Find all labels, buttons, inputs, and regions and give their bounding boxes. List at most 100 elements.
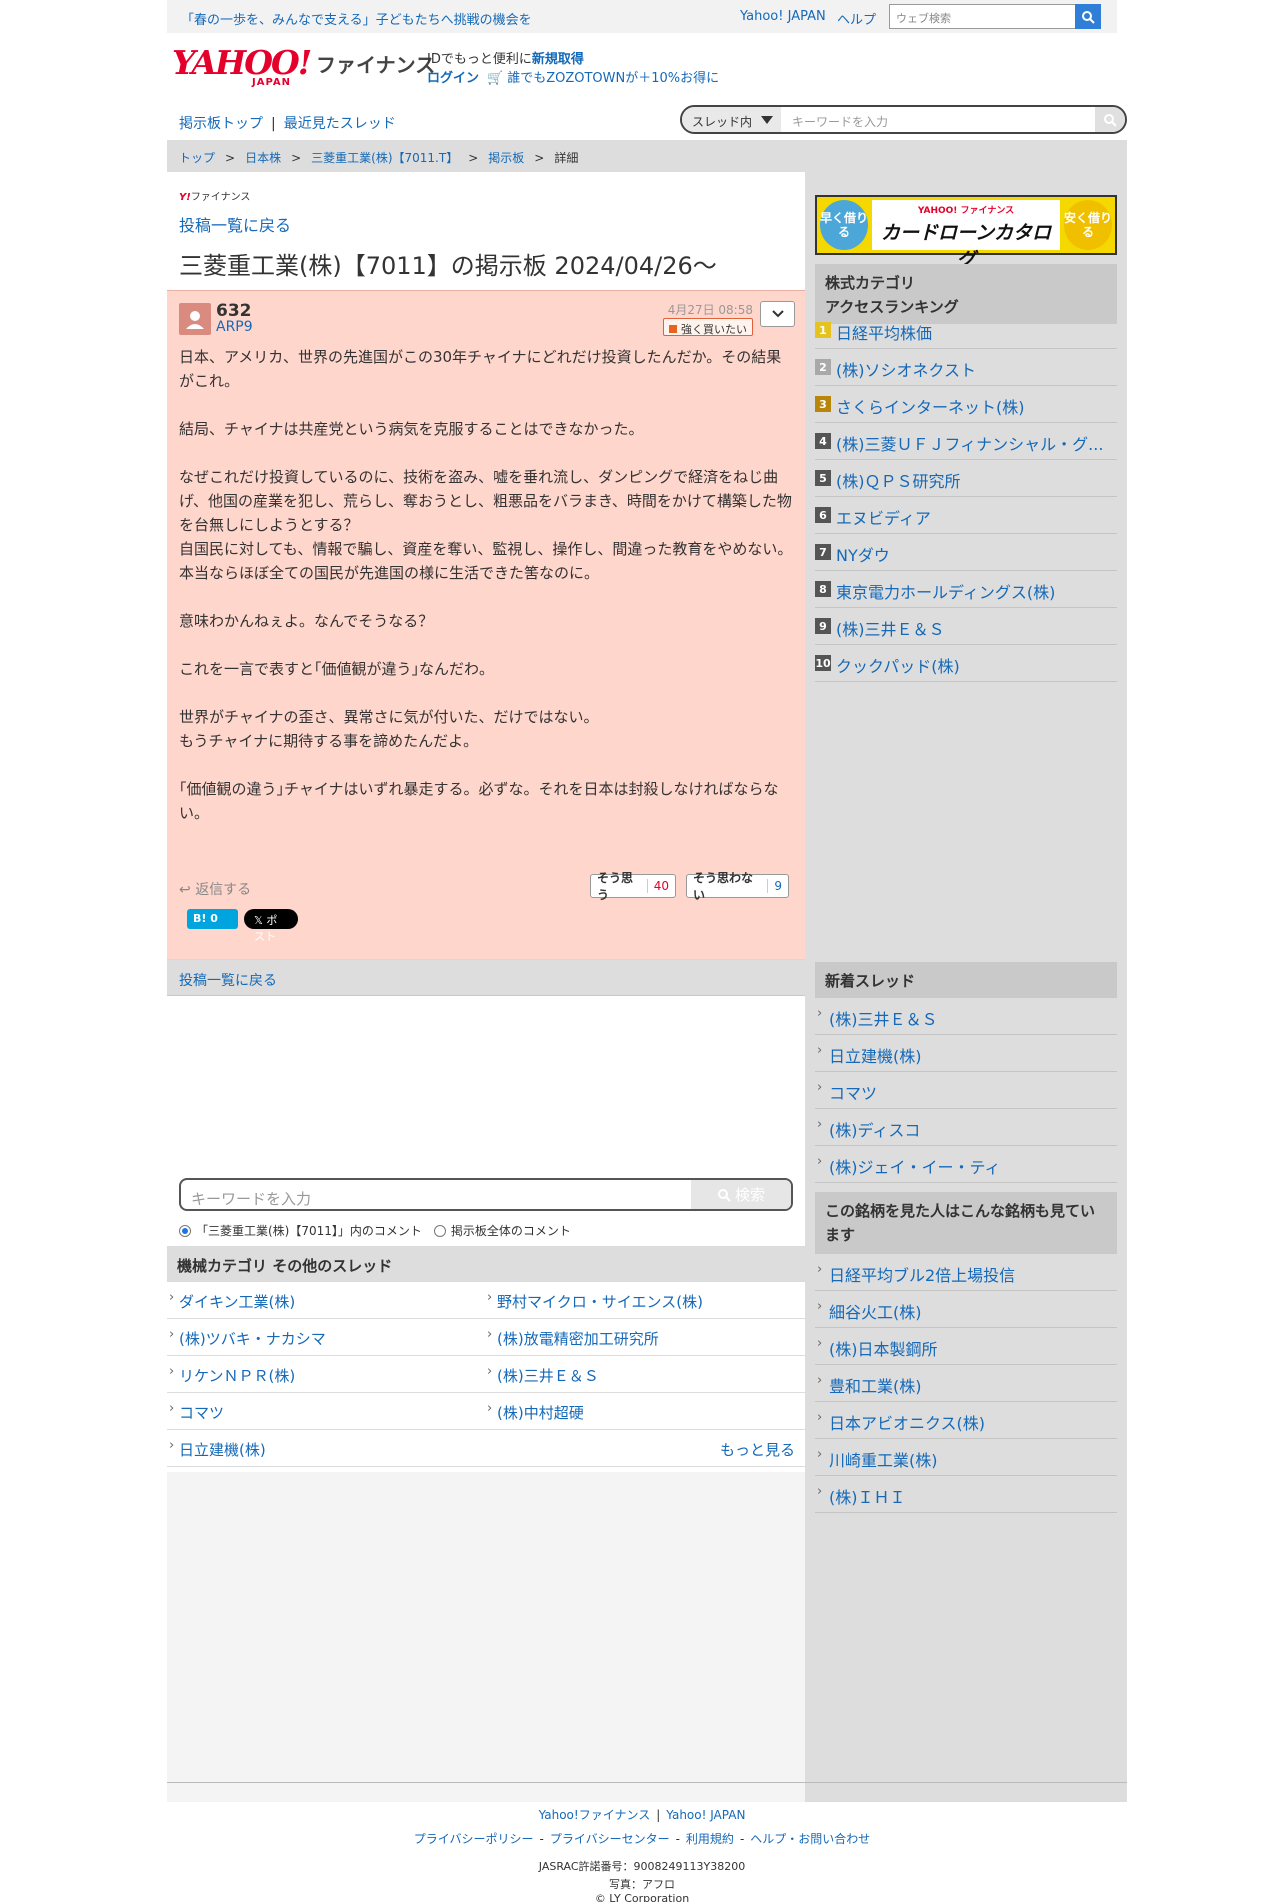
yahoo-logo[interactable]: YAHOO! JAPAN xyxy=(172,46,314,88)
list-item[interactable]: コマツ xyxy=(815,1072,1117,1109)
scope-radio-thread[interactable] xyxy=(179,1224,191,1237)
list-item[interactable]: 川崎重工業(株) xyxy=(815,1439,1117,1476)
privacy-policy-link[interactable]: プライバシーポリシー xyxy=(414,1832,534,1846)
post-paragraph: 本当ならほぼ全ての国民が先進国の様に生活できた筈なのに。 xyxy=(179,564,600,582)
also-seen-link[interactable]: (株)ＩＨＩ xyxy=(829,1484,906,1508)
list-item[interactable]: 日経平均ブル2倍上場投信 xyxy=(815,1254,1117,1291)
recent-threads-link[interactable]: 最近見たスレッド xyxy=(284,116,396,132)
more-threads-link[interactable]: もっと見る xyxy=(720,1439,795,1460)
ranking-item-label[interactable]: (株)三菱ＵＦＪフィナンシャル・グ... xyxy=(836,431,1103,455)
ranking-item-label[interactable]: 日経平均株価 xyxy=(836,320,932,344)
board-search-button[interactable] xyxy=(1095,107,1125,132)
back-to-list-bottom-link[interactable]: 投稿一覧に戻る xyxy=(167,960,805,996)
board-top-link[interactable]: 掲示板トップ xyxy=(179,116,263,132)
new-thread-link[interactable]: (株)三井Ｅ＆Ｓ xyxy=(829,1006,938,1030)
keyword-search-field[interactable]: キーワードを入力 検索 xyxy=(179,1178,793,1211)
agree-button[interactable]: そう思う 40 xyxy=(590,871,676,902)
zozo-link[interactable]: 🛒 誰でもZOZOTOWNが＋10%お得に xyxy=(487,67,719,86)
list-item[interactable]: 日本アビオニクス(株) xyxy=(815,1402,1117,1439)
also-seen-link[interactable]: 日経平均ブル2倍上場投信 xyxy=(829,1262,1015,1286)
ranking-item-label[interactable]: エヌビディア xyxy=(836,505,931,529)
ranking-item[interactable]: 8 東京電力ホールディングス(株) xyxy=(815,571,1117,608)
thread-link[interactable]: (株)ツバキ・ナカシマ xyxy=(167,1327,326,1349)
ranking-item[interactable]: 6 エヌビディア xyxy=(815,497,1117,534)
breadcrumb-stock[interactable]: 三菱重工業(株)【7011.T】 xyxy=(311,151,458,165)
back-to-list-link[interactable]: 投稿一覧に戻る xyxy=(179,212,291,236)
thread-link[interactable]: (株)中村超硬 xyxy=(485,1401,584,1423)
list-item[interactable]: 豊和工業(株) xyxy=(815,1365,1117,1402)
list-item[interactable]: 細谷火工(株) xyxy=(815,1291,1117,1328)
thread-link[interactable]: 日立建機(株) xyxy=(167,1438,266,1460)
login-link[interactable]: ログイン xyxy=(427,67,479,86)
list-item[interactable]: (株)日本製鋼所 xyxy=(815,1328,1117,1365)
x-post-button[interactable]: 𝕏 ポスト xyxy=(244,909,298,943)
list-item[interactable]: (株)ＩＨＩ xyxy=(815,1476,1117,1513)
id-promo: IDでもっと便利に新規取得 xyxy=(427,48,584,67)
ranking-item-label[interactable]: さくらインターネット(株) xyxy=(836,394,1025,418)
search-scope-select[interactable]: スレッド内 xyxy=(682,107,781,132)
thread-link[interactable]: ダイキン工業(株) xyxy=(167,1290,295,1312)
breadcrumb-board[interactable]: 掲示板 xyxy=(488,151,524,165)
scope-radio-all[interactable] xyxy=(433,1224,446,1237)
ranking-item-label[interactable]: (株)ＱＰＳ研究所 xyxy=(836,468,961,492)
ranking-item[interactable]: 10 クックパッド(株) xyxy=(815,645,1117,682)
help-link[interactable]: ヘルプ xyxy=(837,9,876,28)
thread-link[interactable]: 野村マイクロ・サイエンス(株) xyxy=(485,1290,703,1312)
post-user[interactable]: ARP9 xyxy=(216,319,253,335)
ranking-item[interactable]: 4 (株)三菱ＵＦＪフィナンシャル・グ... xyxy=(815,423,1117,460)
ranking-item-label[interactable]: NYダウ xyxy=(836,542,890,566)
ranking-item[interactable]: 3 さくらインターネット(株) xyxy=(815,386,1117,423)
yahoo-japan-link[interactable]: Yahoo! JAPAN xyxy=(740,9,826,24)
ranking-item[interactable]: 7 NYダウ xyxy=(815,534,1117,571)
ranking-item[interactable]: 5 (株)ＱＰＳ研究所 xyxy=(815,460,1117,497)
new-thread-link[interactable]: コマツ xyxy=(829,1080,877,1104)
ranking-item[interactable]: 2 (株)ソシオネクスト xyxy=(815,349,1117,386)
ranking-item[interactable]: 1 日経平均株価 xyxy=(815,312,1117,349)
ranking-item-label[interactable]: (株)三井Ｅ＆Ｓ xyxy=(836,616,945,640)
also-seen-link[interactable]: (株)日本製鋼所 xyxy=(829,1336,938,1360)
hatena-bookmark-button[interactable]: B! 0 xyxy=(187,909,238,929)
ranking-item[interactable]: 9 (株)三井Ｅ＆Ｓ xyxy=(815,608,1117,645)
new-thread-link[interactable]: (株)ディスコ xyxy=(829,1117,920,1141)
also-seen-link[interactable]: 豊和工業(株) xyxy=(829,1373,922,1397)
disagree-button[interactable]: そう思わない 9 xyxy=(686,871,789,902)
hatena-icon: B! xyxy=(193,912,207,925)
list-item[interactable]: (株)ディスコ xyxy=(815,1109,1117,1146)
service-name[interactable]: ファイナンス xyxy=(316,49,435,78)
avatar[interactable] xyxy=(179,303,211,335)
ranking-item-label[interactable]: 東京電力ホールディングス(株) xyxy=(836,579,1055,603)
privacy-center-link[interactable]: プライバシーセンター xyxy=(550,1832,670,1846)
ranking-item-label[interactable]: (株)ソシオネクスト xyxy=(836,357,976,381)
keyword-search-button[interactable]: 検索 xyxy=(691,1180,791,1209)
thread-link[interactable]: リケンＮＰＲ(株) xyxy=(167,1364,295,1386)
web-search-button[interactable] xyxy=(1075,4,1101,29)
scope-option-thread[interactable]: 「三菱重工業(株)【7011】」内のコメント xyxy=(196,1222,422,1239)
help-contact-link[interactable]: ヘルプ・お問い合わせ xyxy=(750,1832,870,1846)
list-item[interactable]: (株)ジェイ・イー・ティ xyxy=(815,1146,1117,1183)
ranking-item-label[interactable]: クックパッド(株) xyxy=(836,653,960,677)
promo-link[interactable]: 「春の一歩を、みんなで支える」子どもたちへ挑戦の機会を xyxy=(181,9,532,28)
terms-link[interactable]: 利用規約 xyxy=(686,1832,734,1846)
post-paragraph xyxy=(179,393,793,417)
breadcrumb-japan-stocks[interactable]: 日本株 xyxy=(245,151,281,165)
new-thread-link[interactable]: (株)ジェイ・イー・ティ xyxy=(829,1154,1001,1178)
also-seen-link[interactable]: 日本アビオニクス(株) xyxy=(829,1410,985,1434)
also-seen-link[interactable]: 川崎重工業(株) xyxy=(829,1447,938,1471)
thread-link[interactable]: (株)放電精密加工研究所 xyxy=(485,1327,659,1349)
footer-finance-link[interactable]: Yahoo!ファイナンス xyxy=(539,1808,651,1822)
new-thread-link[interactable]: 日立建機(株) xyxy=(829,1043,922,1067)
footer-yahoo-link[interactable]: Yahoo! JAPAN xyxy=(666,1808,745,1822)
list-item[interactable]: (株)三井Ｅ＆Ｓ xyxy=(815,998,1117,1035)
signup-link[interactable]: 新規取得 xyxy=(532,52,584,67)
thread-link[interactable]: コマツ xyxy=(167,1401,224,1423)
card-loan-banner[interactable]: 早く借りる YAHOO! ファイナンス カードローンカタログ 安く借りる xyxy=(815,195,1117,271)
also-seen-link[interactable]: 細谷火工(株) xyxy=(829,1299,922,1323)
board-search-input[interactable]: キーワードを入力 xyxy=(792,113,888,130)
list-item[interactable]: 日立建機(株) xyxy=(815,1035,1117,1072)
thread-link[interactable]: (株)三井Ｅ＆Ｓ xyxy=(485,1364,599,1386)
web-search-input[interactable]: ウェブ検索 xyxy=(889,4,1077,29)
post-menu-button[interactable] xyxy=(760,301,795,327)
reply-link[interactable]: ↩ 返信する xyxy=(179,879,251,899)
scope-option-all[interactable]: 掲示板全体のコメント xyxy=(451,1222,571,1239)
breadcrumb-top[interactable]: トップ xyxy=(179,151,215,165)
